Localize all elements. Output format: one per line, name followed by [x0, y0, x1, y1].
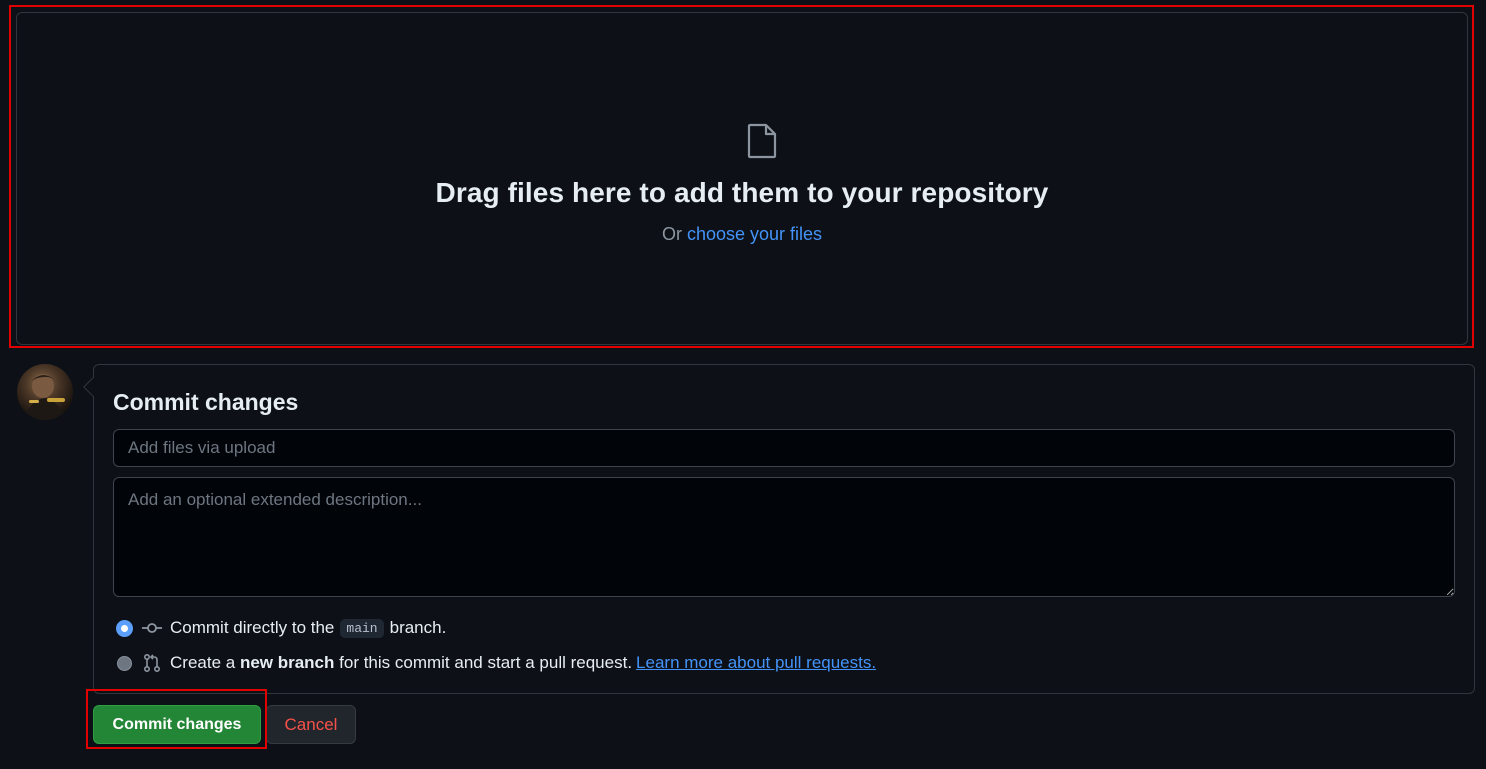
new-branch-suffix: for this commit and start a pull request… — [339, 653, 633, 672]
commit-direct-radio[interactable] — [117, 620, 132, 636]
commit-changes-button[interactable]: Commit changes — [93, 705, 261, 744]
dropzone-subtitle: Or choose your files — [17, 224, 1467, 245]
git-pull-request-icon — [143, 653, 161, 673]
commit-description-textarea[interactable] — [113, 477, 1455, 597]
git-commit-icon — [142, 623, 162, 633]
choose-files-link[interactable]: choose your files — [687, 224, 822, 244]
dropzone-title: Drag files here to add them to your repo… — [435, 177, 1049, 208]
learn-more-pull-requests-link[interactable]: Learn more about pull requests. — [636, 653, 876, 673]
avatar-image — [25, 374, 65, 420]
file-icon — [747, 123, 777, 159]
file-dropzone[interactable]: Drag files here to add them to your repo… — [16, 12, 1468, 345]
cancel-button[interactable]: Cancel — [266, 705, 356, 744]
branch-name-badge: main — [340, 618, 384, 638]
new-branch-radio[interactable] — [117, 655, 132, 671]
commit-direct-option[interactable]: Commit directly to the main branch. — [117, 616, 446, 640]
new-branch-prefix: Create a — [170, 653, 236, 672]
new-branch-option[interactable]: Create a new branch for this commit and … — [117, 651, 876, 675]
commit-direct-suffix: branch. — [389, 618, 447, 637]
commit-summary-input[interactable] — [113, 429, 1455, 467]
new-branch-bold: new branch — [239, 653, 335, 672]
commit-heading: Commit changes — [113, 389, 299, 415]
avatar — [17, 364, 73, 420]
commit-direct-prefix: Commit directly to the — [170, 618, 335, 637]
dropzone-or-text: Or — [661, 224, 682, 244]
